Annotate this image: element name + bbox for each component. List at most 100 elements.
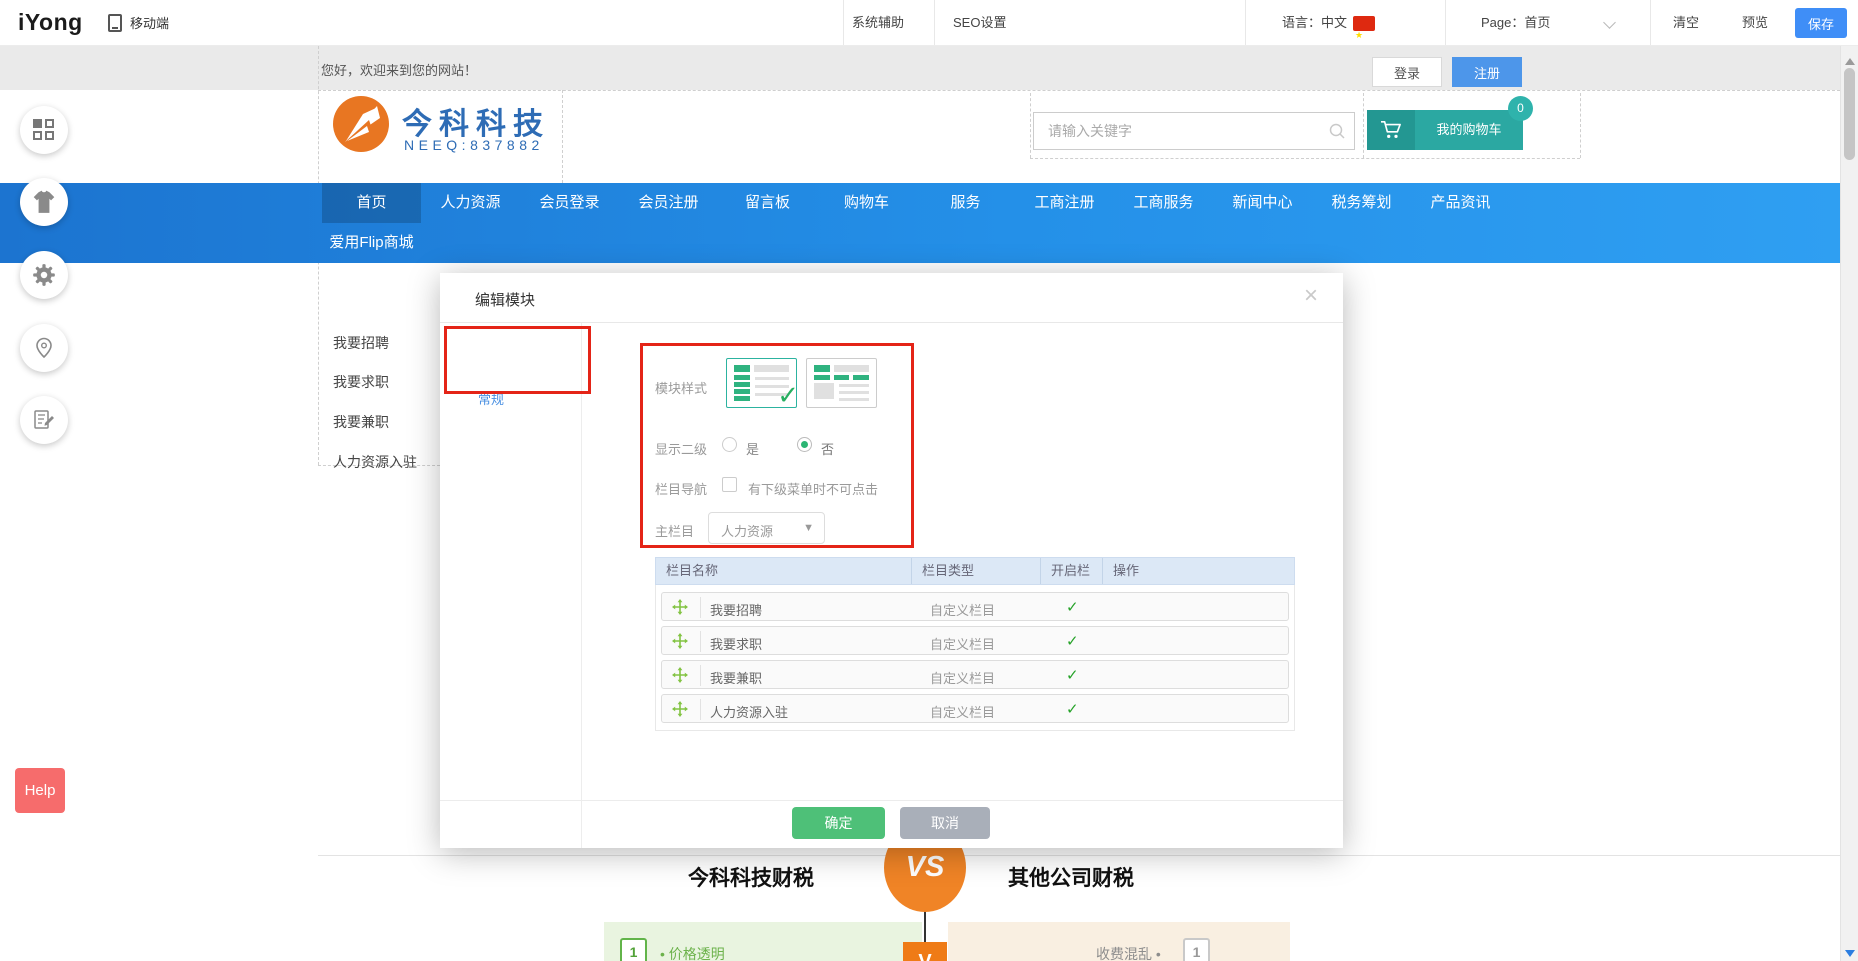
right-rank-badge: 1 [1183,938,1210,961]
save-button[interactable]: 保存 [1795,8,1847,38]
nav-item-flip-mall[interactable]: 爱用Flip商城 [322,223,421,263]
page-menu-item[interactable]: 我要求职 [333,372,389,392]
company-neeq-code: NEEQ:837882 [404,137,544,153]
tshirt-icon [31,190,57,214]
search-input[interactable] [1034,113,1324,149]
seo-settings-button[interactable]: SEO设置 [953,0,1006,45]
table-row[interactable]: 我要求职 自定义栏目 ✓ [661,626,1289,655]
chevron-down-icon[interactable] [1605,16,1614,29]
section-divider [318,855,1840,856]
table-header-row: 栏目名称 栏目类型 开启栏 操作 [655,557,1295,585]
main-column-select[interactable]: 人力资源 ▼ [708,512,825,544]
nav-item-business-services[interactable]: 工商服务 [1114,183,1213,223]
column-nav-label: 栏目导航 [655,479,707,498]
rail-theme-button[interactable] [20,178,68,226]
editor-guide [562,90,563,183]
table-row[interactable]: 人力资源入驻 自定义栏目 ✓ [661,694,1289,723]
confirm-button[interactable]: 确定 [792,807,885,839]
register-button[interactable]: 注册 [1452,57,1522,87]
nav-item-home[interactable]: 首页 [322,183,421,223]
rail-location-button[interactable] [20,324,68,372]
cancel-button[interactable]: 取消 [900,807,990,839]
mobile-view-toggle[interactable]: 移动端 [108,0,169,45]
scroll-down-arrow-icon[interactable] [1845,950,1855,957]
rail-settings-button[interactable] [20,251,68,299]
selected-check-icon: ✓ [777,380,799,411]
clear-button[interactable]: 清空 [1673,0,1699,45]
login-button[interactable]: 登录 [1372,57,1442,87]
nav-item-tax-planning[interactable]: 税务筹划 [1312,183,1411,223]
table-row[interactable]: 我要兼职 自定义栏目 ✓ [661,660,1289,689]
nav-item-business-register[interactable]: 工商注册 [1015,183,1114,223]
nav-item-product-info[interactable]: 产品资讯 [1411,183,1510,223]
dialog-tab-column: 常规 [440,323,582,848]
nav-item-member-login[interactable]: 会员登录 [520,183,619,223]
comparison-left-panel [604,922,922,961]
divider [700,665,701,686]
help-button[interactable]: Help [15,768,65,813]
my-cart-button[interactable]: 我的购物车 [1367,110,1523,150]
divider [700,699,701,720]
scrollbar-thumb[interactable] [1844,68,1855,160]
grid-icon [33,119,55,141]
dialog-footer: 确定 取消 [440,800,1343,848]
nav-item-cart[interactable]: 购物车 [817,183,916,223]
language-label: 语言：中文 [1282,15,1347,30]
rail-form-button[interactable] [20,396,68,444]
divider [1245,0,1246,45]
style-option-horizontal[interactable] [806,358,877,408]
scroll-up-arrow-icon[interactable] [1845,58,1855,65]
row-type: 自定义栏目 [930,668,995,687]
cart-label: 我的购物车 [1415,110,1523,150]
row-type: 自定义栏目 [930,634,995,653]
row-name: 人力资源入驻 [710,702,788,721]
nav-item-hr[interactable]: 人力资源 [421,183,520,223]
enabled-check-icon: ✓ [1066,700,1079,718]
preview-button[interactable]: 预览 [1742,0,1768,45]
radio-yes-label[interactable]: 是 [746,439,759,458]
dialog-header: 编辑模块 × [440,273,1343,323]
left-rank-badge: 1 [620,938,647,961]
radio-yes[interactable] [722,437,737,452]
nav-item-services[interactable]: 服务 [916,183,1015,223]
drag-move-icon[interactable] [672,667,688,683]
app-root: iYong 移动端 系统辅助 SEO设置 语言：中文 Page：首页 清空 预览… [0,0,1858,961]
left-compare-item: • 价格透明 [660,944,725,961]
editor-guide [1030,93,1031,158]
page-scrollbar[interactable] [1840,46,1858,961]
table-row[interactable]: 我要招聘 自定义栏目 ✓ [661,592,1289,621]
page-menu-item[interactable]: 我要兼职 [333,412,389,432]
comparison-right-title: 其他公司财税 [1008,862,1134,892]
caret-down-icon: ▼ [803,522,814,534]
right-compare-item: 收费混乱 • [1096,944,1161,961]
page-menu-item[interactable]: 人力资源入驻 [333,452,417,472]
col-header-enabled: 开启栏 [1041,558,1103,584]
language-selector[interactable]: 语言：中文 [1282,0,1375,45]
radio-no-label[interactable]: 否 [821,439,834,458]
system-help-button[interactable]: 系统辅助 [852,0,904,45]
tab-general[interactable]: 常规 [478,389,504,408]
search-icon[interactable] [1328,122,1346,140]
style-option-list[interactable]: ✓ [726,358,797,408]
page-selector[interactable]: Page：首页 [1481,0,1550,45]
close-icon[interactable]: × [1304,284,1318,308]
drag-move-icon[interactable] [672,701,688,717]
gear-icon [31,262,57,288]
china-flag-icon [1353,16,1375,31]
drag-move-icon[interactable] [672,633,688,649]
nav-item-message-board[interactable]: 留言板 [718,183,817,223]
module-style-label: 模块样式 [655,378,707,397]
pin-icon [32,336,56,360]
radio-no[interactable] [797,437,812,452]
rail-modules-button[interactable] [20,106,68,154]
divider [1445,0,1446,45]
site-search [1033,112,1355,150]
column-nav-checkbox[interactable] [722,477,737,492]
drag-move-icon[interactable] [672,599,688,615]
editor-guide [1363,93,1364,158]
page-menu-item[interactable]: 我要招聘 [333,333,389,353]
nav-item-news-center[interactable]: 新闻中心 [1213,183,1312,223]
nav-item-member-register[interactable]: 会员注册 [619,183,718,223]
comparison-left-title: 今科科技财税 [688,862,814,892]
column-nav-checkbox-label[interactable]: 有下级菜单时不可点击 [748,479,878,498]
